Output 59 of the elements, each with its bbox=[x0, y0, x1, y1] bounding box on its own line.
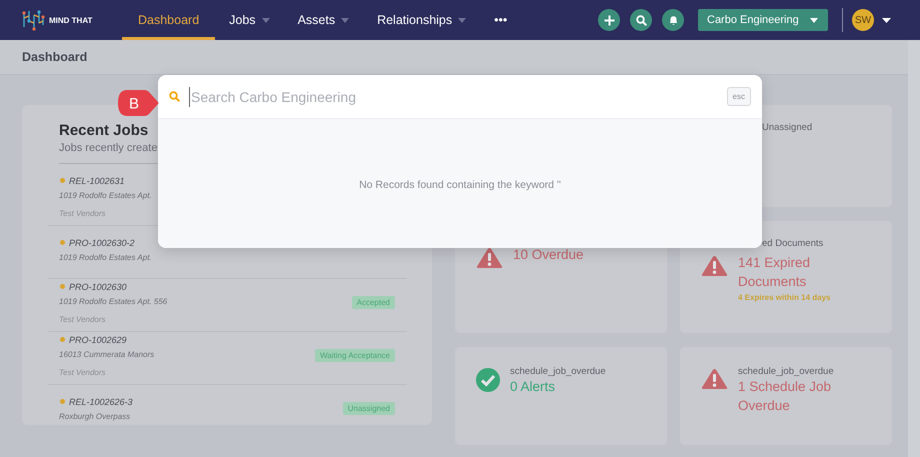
user-avatar[interactable]: SW bbox=[852, 9, 874, 31]
caret-icon bbox=[341, 18, 350, 22]
card-title: Recent Jobs bbox=[59, 122, 150, 139]
stat-note: 4 Expires within 14 days bbox=[738, 293, 832, 302]
status-badge: Waiting Acceptance bbox=[315, 349, 395, 362]
caret-icon bbox=[458, 18, 466, 22]
page-title: Dashboard bbox=[22, 50, 88, 64]
check-circle-icon bbox=[476, 368, 500, 392]
job-address: 1019 Rodolfo Estates Apt. bbox=[59, 190, 152, 200]
stat-label: ed Documents bbox=[762, 238, 824, 249]
nav-tab[interactable]: Jobs bbox=[215, 0, 284, 40]
warning-icon bbox=[701, 368, 728, 390]
warning-icon bbox=[701, 255, 728, 277]
esc-key-hint[interactable]: esc bbox=[726, 87, 751, 106]
stat-value: 1 Schedule Job Overdue bbox=[738, 378, 832, 415]
job-code[interactable]: REL-1002626-3 bbox=[69, 396, 133, 406]
empty-message: No Records found containing the keyword '' bbox=[359, 179, 561, 193]
company-dropdown[interactable]: Carbo Engineering bbox=[698, 9, 828, 31]
job-address: Roxburgh Overpass bbox=[59, 412, 132, 420]
bell-icon bbox=[668, 14, 678, 26]
status-dot bbox=[60, 284, 65, 289]
job-address: 1019 Rodolfo Estates Apt. bbox=[59, 252, 152, 262]
stat-label: Unassigned bbox=[762, 122, 814, 133]
callout-marker: B bbox=[117, 89, 159, 117]
status-badge: Unassigned bbox=[342, 402, 395, 415]
job-code[interactable]: PRO-1002629 bbox=[69, 334, 127, 344]
stat-value: 10 Overdue bbox=[513, 246, 584, 264]
notifications-button[interactable] bbox=[662, 9, 684, 31]
status-dot bbox=[60, 399, 65, 404]
stat-label: schedule_job_overdue bbox=[738, 366, 835, 377]
status-dot bbox=[60, 178, 65, 183]
stat-label: schedule_job_overdue bbox=[510, 366, 606, 377]
status-dot bbox=[60, 337, 65, 342]
stat-value: 141 Expired Documents bbox=[738, 254, 812, 291]
plus-icon bbox=[604, 14, 614, 26]
status-dot bbox=[60, 240, 65, 245]
job-code[interactable]: REL-1002631 bbox=[69, 176, 125, 186]
nav-tab[interactable]: Assets bbox=[284, 0, 364, 40]
job-vendor: Test Vendors bbox=[59, 208, 107, 218]
job-address: 1019 Rodolfo Estates Apt. 556 bbox=[59, 296, 168, 306]
search-button[interactable] bbox=[630, 9, 652, 31]
nav-tab[interactable]: ••• bbox=[480, 0, 522, 40]
job-code[interactable]: PRO-1002630 bbox=[69, 282, 127, 292]
status-badge: Accepted bbox=[352, 296, 395, 309]
search-field[interactable]: Search Carbo Engineering bbox=[189, 86, 727, 106]
nav-tab[interactable]: Relationships bbox=[363, 0, 480, 40]
add-button[interactable] bbox=[598, 9, 620, 31]
search-icon bbox=[169, 91, 180, 102]
network-logo-icon bbox=[20, 9, 46, 31]
caret-icon bbox=[262, 18, 270, 22]
caret-icon[interactable] bbox=[882, 18, 891, 22]
job-vendor: Test Vendors bbox=[59, 314, 107, 324]
logo-text: MIND THAT bbox=[49, 16, 92, 24]
job-address: 16013 Cummerata Manors bbox=[59, 350, 154, 358]
job-code[interactable]: PRO-1002630-2 bbox=[69, 238, 135, 248]
caret-icon bbox=[810, 18, 818, 22]
search-icon bbox=[636, 14, 646, 26]
stat-value: 0 Alerts bbox=[510, 378, 556, 396]
job-vendor: Test Vendors bbox=[59, 368, 107, 376]
